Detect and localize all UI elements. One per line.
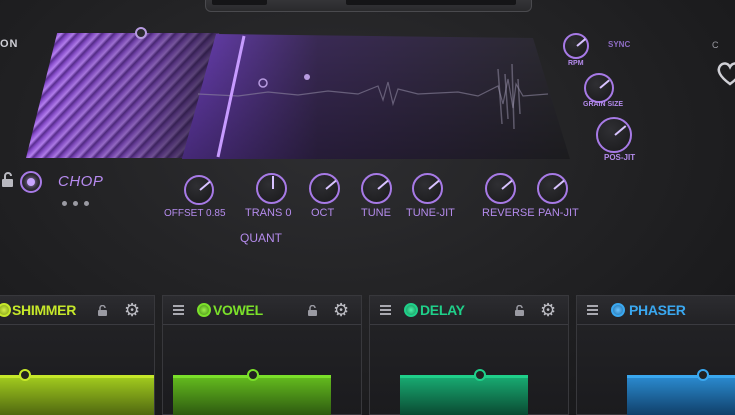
grain-size-knob[interactable]	[584, 73, 614, 103]
header-right-label: C	[712, 40, 719, 50]
lock-icon[interactable]	[514, 305, 526, 317]
oct-label: OCT	[311, 207, 335, 219]
power-icon[interactable]	[611, 303, 625, 317]
effect-slider-handle[interactable]	[697, 369, 709, 381]
effect-panel-vowel: VOWEL ⚙	[162, 295, 362, 415]
tune-label: TUNE	[361, 207, 391, 219]
effect-name: DELAY	[420, 302, 465, 318]
lock-icon[interactable]	[0, 172, 16, 188]
app-window: ON C CHOP OFFSET 0.85 TRANS 0 OCT TUNE T…	[0, 0, 735, 415]
toolbar-segment[interactable]	[212, 0, 267, 5]
pan-jit-knob[interactable]	[537, 173, 568, 204]
reverse-label: REVERSE	[482, 207, 535, 219]
effect-slider-handle[interactable]	[247, 369, 259, 381]
header-left-label: ON	[0, 38, 19, 50]
rpm-knob[interactable]	[563, 33, 589, 59]
tune-jit-knob[interactable]	[412, 173, 443, 204]
top-toolbar	[205, 0, 532, 12]
mode-label[interactable]: CHOP	[58, 173, 103, 190]
power-icon[interactable]	[404, 303, 418, 317]
trans-knob[interactable]	[256, 173, 287, 204]
mode-dots[interactable]	[62, 193, 95, 211]
gear-icon[interactable]: ⚙	[540, 301, 558, 319]
preset-display[interactable]	[346, 0, 516, 5]
offset-label: OFFSET 0.85	[164, 208, 226, 219]
power-icon[interactable]	[0, 303, 11, 317]
effect-name: SHIMMER	[12, 302, 77, 318]
gear-icon[interactable]: ⚙	[333, 301, 351, 319]
tune-knob[interactable]	[361, 173, 392, 204]
waveform-display[interactable]	[178, 34, 570, 159]
quant-label[interactable]: QUANT	[240, 231, 282, 245]
grain-marker	[304, 74, 310, 80]
offset-knob[interactable]	[184, 175, 214, 205]
menu-icon[interactable]	[587, 305, 598, 315]
power-icon[interactable]	[20, 171, 42, 193]
pos-jit-label: POS-JIT	[604, 153, 636, 162]
effect-slider-handle[interactable]	[474, 369, 486, 381]
lock-icon[interactable]	[97, 305, 109, 317]
thumbnail-handle[interactable]	[135, 27, 147, 39]
effect-name: PHASER	[629, 302, 686, 318]
trans-label: TRANS 0	[245, 207, 292, 219]
menu-icon[interactable]	[380, 305, 391, 315]
lock-icon[interactable]	[307, 305, 319, 317]
grain-size-label: GRAIN SIZE	[583, 101, 624, 108]
rpm-label: RPM	[568, 60, 584, 67]
power-icon[interactable]	[197, 303, 211, 317]
gear-icon[interactable]: ⚙	[124, 301, 142, 319]
reverse-knob[interactable]	[485, 173, 516, 204]
effect-name: VOWEL	[213, 302, 263, 318]
effect-slider-handle[interactable]	[19, 369, 31, 381]
sync-label[interactable]: SYNC	[608, 40, 630, 49]
pos-jit-knob[interactable]	[596, 117, 632, 153]
effect-panel-shimmer: SHIMMER ⚙	[0, 295, 155, 415]
tune-jit-label: TUNE-JIT	[406, 207, 455, 219]
effect-panel-delay: DELAY ⚙	[369, 295, 569, 415]
oct-knob[interactable]	[309, 173, 340, 204]
pan-jit-label: PAN-JIT	[538, 207, 579, 219]
heart-icon[interactable]	[715, 58, 735, 88]
menu-icon[interactable]	[173, 305, 184, 315]
effect-panel-phaser: PHASER	[576, 295, 735, 415]
